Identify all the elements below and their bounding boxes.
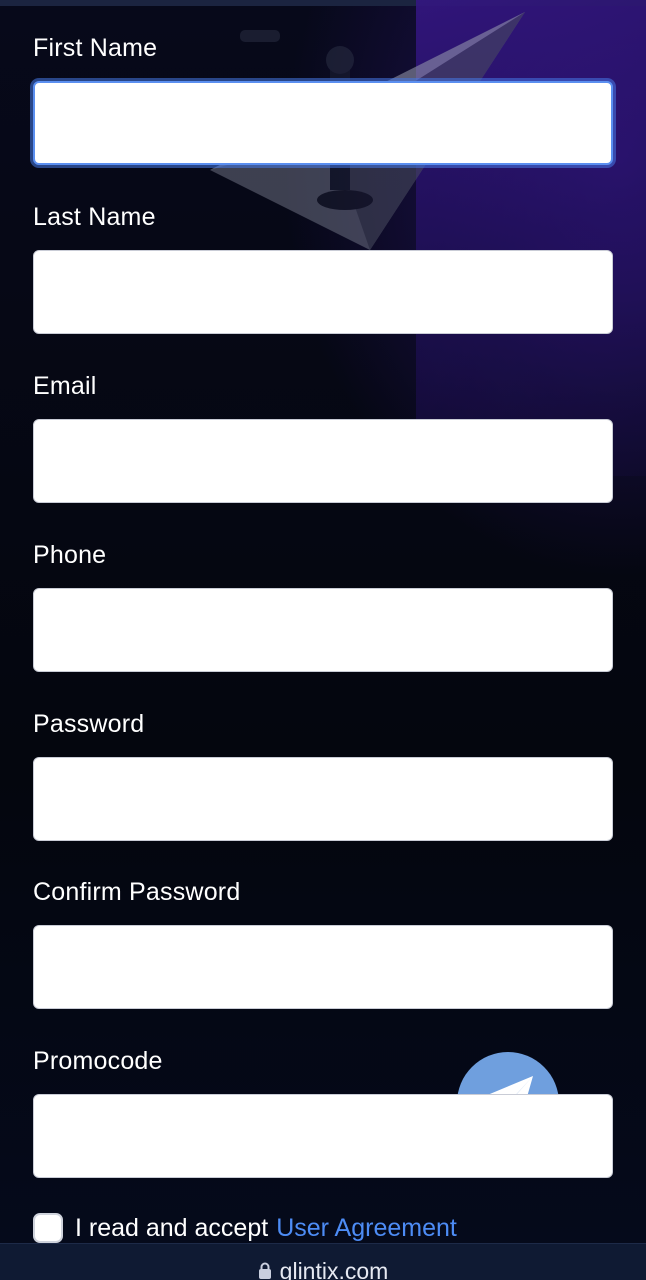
phone-label: Phone: [33, 541, 107, 569]
password-label: Password: [33, 710, 145, 738]
email-label: Email: [33, 372, 97, 400]
confirm-password-input[interactable]: [33, 925, 613, 1009]
browser-url-bar[interactable]: glintix.com: [0, 1243, 646, 1280]
first-name-label: First Name: [33, 34, 158, 62]
lock-icon: [258, 1262, 271, 1279]
email-input[interactable]: [33, 419, 613, 503]
promocode-label: Promocode: [33, 1047, 163, 1075]
password-input[interactable]: [33, 757, 613, 841]
url-display: glintix.com: [258, 1258, 389, 1280]
agreement-row: I read and accept User Agreement: [33, 1210, 457, 1246]
phone-input[interactable]: [33, 588, 613, 672]
confirm-password-label: Confirm Password: [33, 878, 241, 906]
signup-page: First Name Last Name Email Phone Passwor…: [0, 0, 646, 1280]
url-text: glintix.com: [279, 1258, 389, 1280]
last-name-label: Last Name: [33, 203, 156, 231]
user-agreement-link[interactable]: User Agreement: [276, 1214, 457, 1243]
first-name-input[interactable]: [33, 81, 613, 165]
agreement-checkbox[interactable]: [33, 1213, 63, 1243]
agreement-text: I read and accept: [75, 1213, 269, 1242]
promocode-input[interactable]: [33, 1094, 613, 1178]
last-name-input[interactable]: [33, 250, 613, 334]
